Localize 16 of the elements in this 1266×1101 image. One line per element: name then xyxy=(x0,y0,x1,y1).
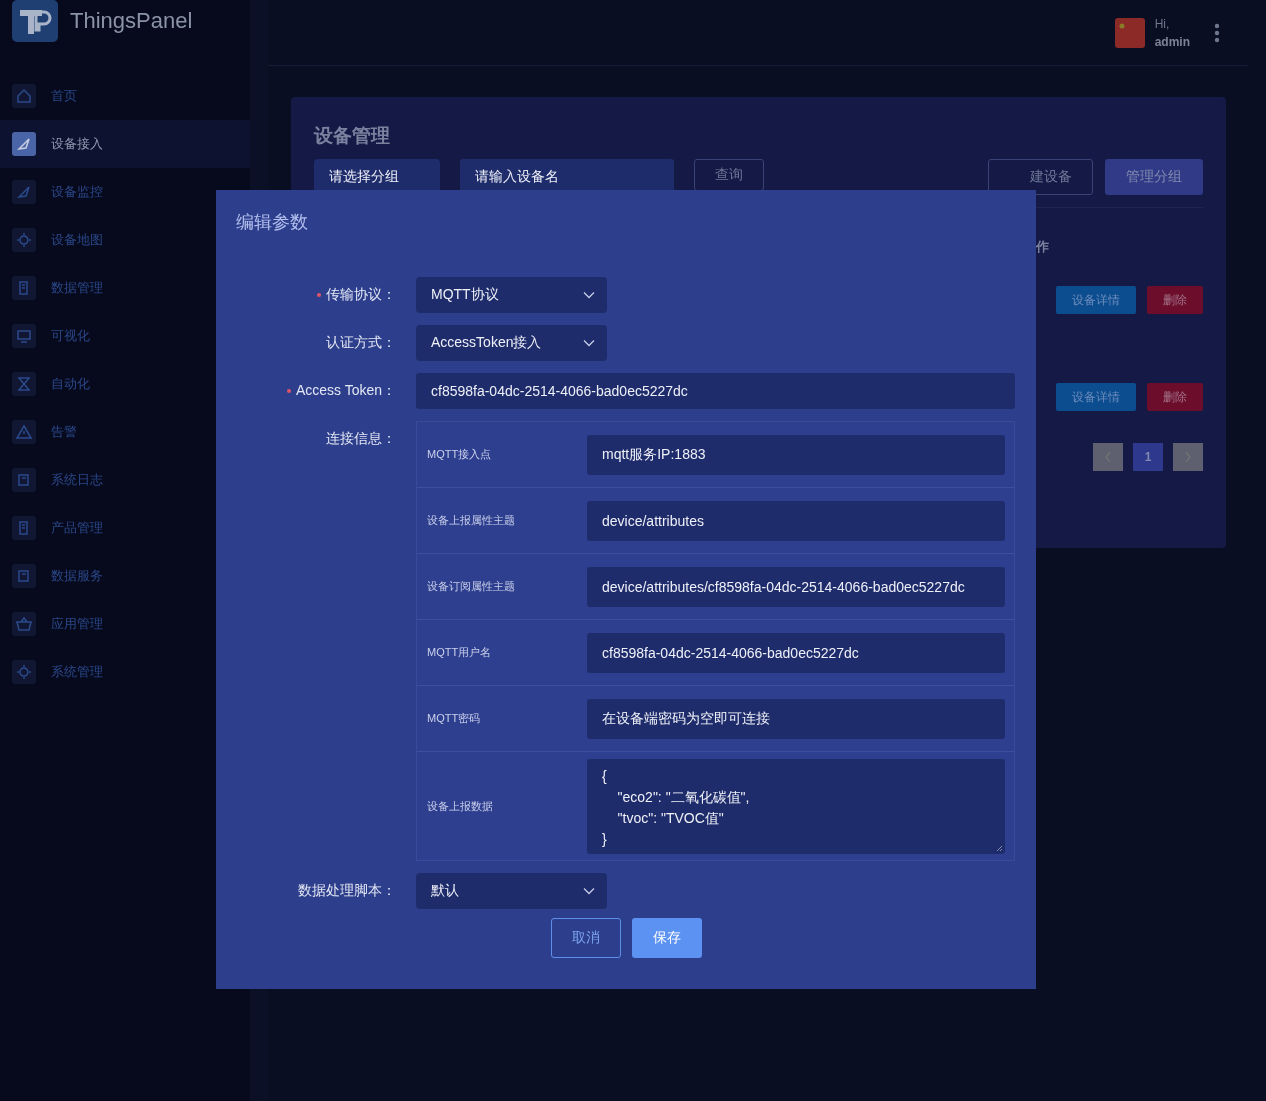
column-header: 作 xyxy=(1036,238,1049,256)
field-label: 数据处理脚本： xyxy=(298,882,396,900)
info-label: MQTT接入点 xyxy=(426,447,493,462)
info-label: MQTT密码 xyxy=(426,711,482,726)
greeting-text: Hi, xyxy=(1154,16,1171,31)
field-label: 连接信息： xyxy=(326,430,396,448)
info-label: 设备上报数据 xyxy=(426,798,494,814)
field-label: 认证方式： xyxy=(326,334,396,352)
dialog-title: 编辑参数 xyxy=(236,211,309,234)
info-label: MQTT用户名 xyxy=(426,645,493,660)
info-label: 设备上报属性主题 xyxy=(426,513,516,528)
field-label: 传输协议： xyxy=(326,286,396,304)
app-name: ThingsPanel xyxy=(70,8,193,34)
info-label: 设备订阅属性主题 xyxy=(426,579,516,594)
field-label: Access Token： xyxy=(295,382,396,400)
page-title: 设备管理 xyxy=(314,124,391,148)
